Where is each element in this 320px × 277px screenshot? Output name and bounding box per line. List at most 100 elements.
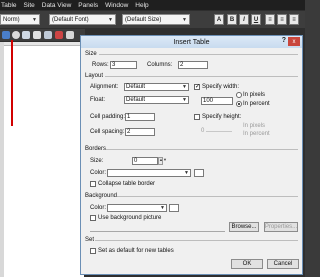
height-in-percent-label: In percent [243, 131, 270, 137]
height-input-underline [206, 131, 232, 132]
chevron-down-icon: ▼ [108, 16, 113, 23]
formatting-toolbar: Norm) ▼ (Default Font) ▼ (Default Size) … [0, 11, 305, 28]
set-default-checkbox[interactable] [90, 248, 96, 254]
app-window: Table Site Data View Panels Window Help … [0, 0, 305, 277]
chevron-down-icon: ▼ [182, 16, 187, 23]
size-combo[interactable]: (Default Size) ▼ [122, 14, 190, 25]
menu-bar: Table Site Data View Panels Window Help [0, 0, 305, 10]
width-in-pixels-label: In pixels [243, 92, 266, 98]
chevron-down-icon: ▼ [182, 84, 187, 90]
borders-section-heading: Borders [85, 146, 107, 152]
alignment-select[interactable]: Default ▼ [124, 83, 189, 91]
section-divider [117, 196, 298, 197]
align-right-button[interactable]: ≡ [289, 14, 299, 25]
height-input[interactable]: 0 [201, 128, 204, 134]
style-combo[interactable]: Norm) ▼ [0, 14, 40, 25]
cell-padding-label: Cell padding: [90, 114, 126, 120]
properties-button[interactable]: Properties... [264, 222, 298, 232]
chevron-down-icon: ▼ [182, 97, 187, 103]
border-color-picker-icon[interactable] [194, 169, 204, 177]
menu-window[interactable]: Window [105, 2, 128, 9]
specify-height-checkbox[interactable] [194, 114, 200, 120]
ok-button[interactable]: OK [231, 259, 263, 269]
align-left-button[interactable]: ≡ [265, 14, 275, 25]
chevron-down-icon: ▼ [32, 16, 37, 23]
browse-button[interactable]: Browse... [229, 222, 259, 232]
width-in-percent-label: In percent [243, 101, 270, 107]
menu-help[interactable]: Help [135, 2, 148, 9]
insert-layer-icon[interactable] [55, 31, 63, 39]
cell-padding-input[interactable]: 1 [125, 113, 155, 121]
editor-gutter [0, 42, 4, 277]
collapse-border-checkbox[interactable] [90, 181, 96, 187]
columns-label: Columns: [147, 62, 173, 68]
background-color-select[interactable]: ▼ [107, 204, 167, 212]
annotation-arrow-line [11, 40, 13, 126]
italic-button[interactable]: I [239, 14, 249, 25]
collapse-border-label: Collapse table border [98, 181, 156, 187]
close-icon[interactable]: x [288, 37, 300, 46]
insert-table-icon[interactable] [44, 31, 52, 39]
font-combo[interactable]: (Default Font) ▼ [49, 14, 116, 25]
use-background-picture-checkbox[interactable] [90, 215, 96, 221]
height-in-pixels-label: In pixels [243, 123, 266, 129]
align-center-button[interactable]: ≡ [277, 14, 287, 25]
cell-spacing-label: Cell spacing: [90, 129, 125, 135]
section-divider [106, 149, 298, 150]
set-section-heading: Set [85, 237, 95, 243]
insert-table-dialog: Insert Table ? x Size Rows: 3 Columns: 2… [80, 35, 303, 275]
insert-form-icon[interactable] [33, 31, 41, 39]
bold-button[interactable]: B [227, 14, 237, 25]
specify-height-label: Specify height: [202, 114, 242, 120]
width-in-pixels-radio[interactable] [236, 92, 242, 98]
help-icon[interactable]: ? [282, 37, 286, 44]
border-color-select[interactable]: ▼ [107, 169, 191, 177]
font-color-button[interactable]: A [214, 14, 224, 25]
section-divider [99, 54, 298, 55]
insert-media-icon[interactable] [22, 31, 30, 39]
dialog-title-bar: Insert Table ? x [81, 36, 302, 48]
menu-data-view[interactable]: Data View [42, 2, 72, 9]
underline-button[interactable]: U [251, 14, 261, 25]
specify-width-label: Specify width: [202, 84, 240, 90]
width-in-percent-radio[interactable] [236, 101, 242, 107]
font-combo-value: (Default Font) [52, 16, 89, 23]
cancel-button[interactable]: Cancel [267, 259, 299, 269]
border-size-label: Size: [90, 158, 104, 164]
background-color-label: Color: [90, 205, 107, 211]
rows-input[interactable]: 3 [110, 61, 137, 69]
insert-image-icon[interactable] [2, 31, 10, 39]
size-section-heading: Size [85, 51, 97, 57]
use-background-picture-label: Use background picture [98, 215, 162, 221]
background-color-picker-icon[interactable] [169, 204, 179, 212]
border-size-input[interactable]: 0 [132, 157, 158, 165]
menu-panels[interactable]: Panels [78, 2, 98, 9]
size-combo-value: (Default Size) [125, 16, 162, 23]
alignment-label: Alignment: [90, 84, 119, 90]
chevron-down-icon: ▼ [184, 170, 189, 176]
set-default-label: Set as default for new tables [98, 248, 174, 254]
border-size-spinner[interactable]: ▲▼ [158, 157, 167, 165]
width-input[interactable]: 100 [201, 97, 233, 105]
menu-site[interactable]: Site [24, 2, 35, 9]
columns-input[interactable]: 2 [178, 61, 208, 69]
background-picture-path-field[interactable] [90, 231, 225, 232]
insert-link-icon[interactable] [12, 31, 20, 39]
float-select[interactable]: Default ▼ [124, 96, 189, 104]
insert-symbol-icon[interactable] [66, 31, 74, 39]
layout-section-heading: Layout [85, 73, 104, 79]
rows-label: Rows: [92, 62, 109, 68]
background-section-heading: Background [85, 193, 118, 199]
cell-spacing-input[interactable]: 2 [125, 128, 155, 136]
dialog-title: Insert Table [173, 38, 210, 46]
menu-table[interactable]: Table [1, 2, 17, 9]
border-color-label: Color: [90, 170, 107, 176]
chevron-down-icon: ▼ [160, 205, 165, 211]
alignment-value: Default [126, 84, 146, 90]
section-divider [105, 76, 298, 77]
section-divider [95, 240, 298, 241]
float-label: Float: [90, 97, 106, 103]
specify-width-checkbox[interactable]: ✓ [194, 84, 200, 90]
float-value: Default [126, 97, 146, 103]
style-combo-value: Norm) [3, 16, 20, 23]
